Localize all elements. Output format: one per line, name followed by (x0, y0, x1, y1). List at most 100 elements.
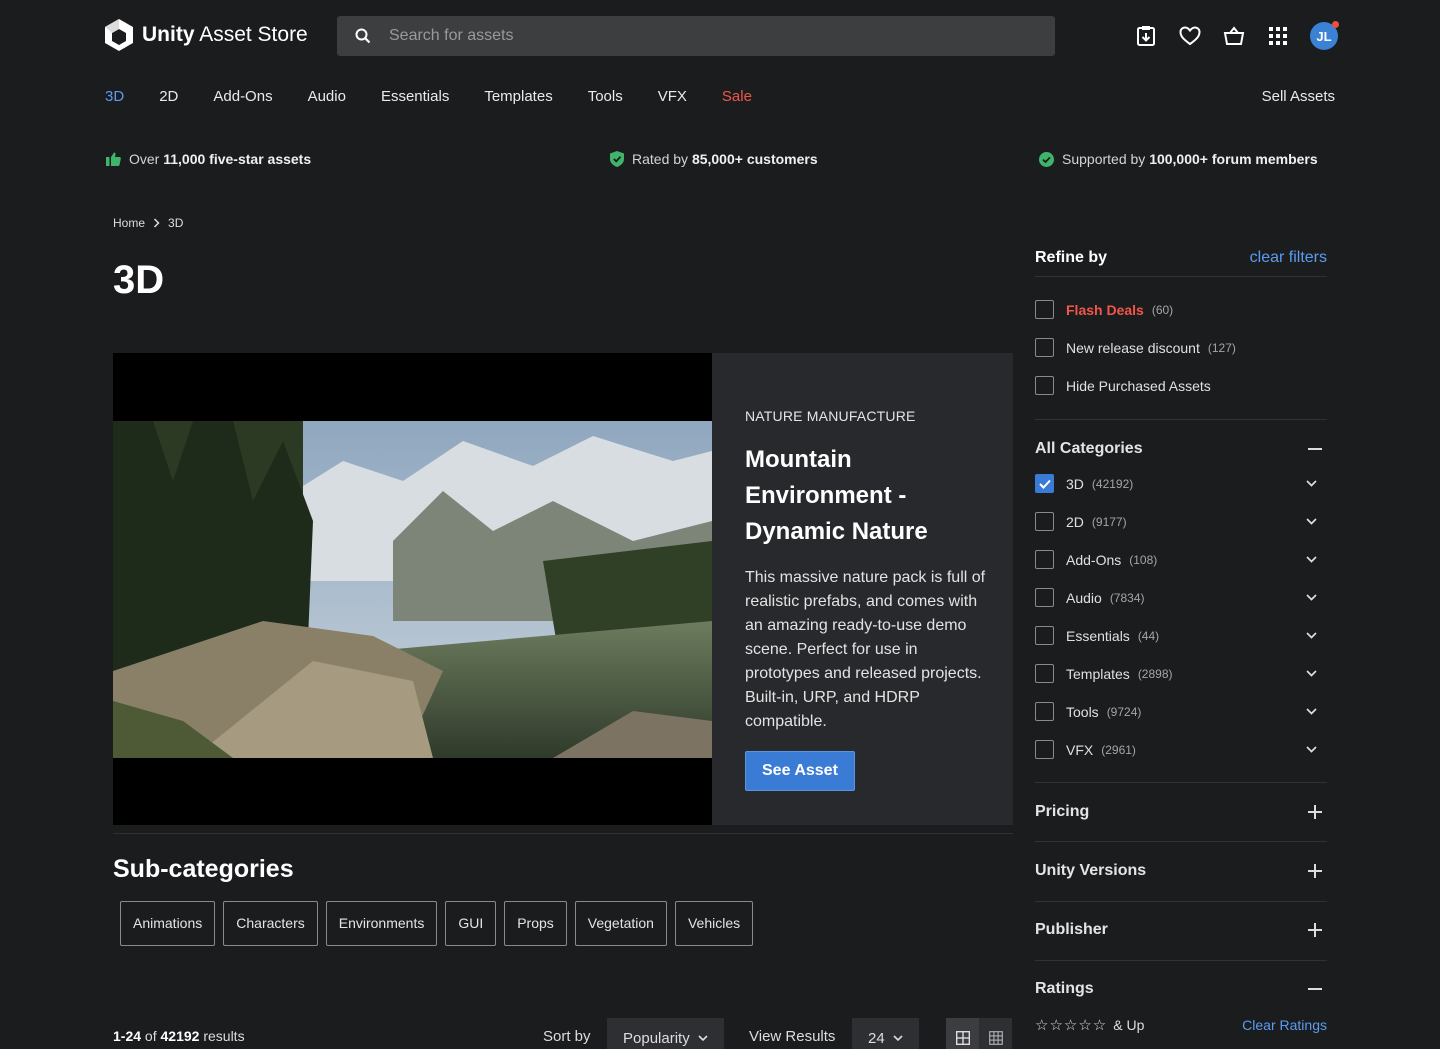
filter-flash-deals[interactable]: Flash Deals (60) (1035, 300, 1327, 319)
checkbox[interactable] (1035, 512, 1054, 531)
checkbox[interactable] (1035, 664, 1054, 683)
star-rating-icon[interactable]: ☆☆☆☆☆ (1035, 1016, 1107, 1034)
category-add-ons[interactable]: Add-Ons (108) (1035, 550, 1327, 569)
search-input[interactable] (389, 27, 1029, 45)
category-2d[interactable]: 2D (9177) (1035, 512, 1327, 531)
search-bar[interactable] (337, 16, 1055, 56)
clear-ratings-link[interactable]: Clear Ratings (1242, 1017, 1327, 1033)
category-label: Essentials (1066, 627, 1130, 644)
chip-animations[interactable]: Animations (120, 901, 216, 946)
chip-characters[interactable]: Characters (223, 901, 318, 946)
search-icon[interactable] (337, 28, 389, 44)
category-label: Add-Ons (1066, 551, 1122, 568)
rating-and-up: & Up (1113, 1017, 1145, 1033)
view-results-label: View Results (749, 1028, 836, 1045)
downloads-icon[interactable] (1134, 24, 1158, 48)
publisher-section-header[interactable]: Publisher (1035, 921, 1327, 939)
asset-title[interactable]: Mountain Environment - Dynamic Nature (745, 442, 990, 550)
nav-item-audio[interactable]: Audio (308, 88, 346, 105)
minus-icon[interactable] (1307, 981, 1323, 997)
chip-vehicles[interactable]: Vehicles (674, 901, 754, 946)
nav-item-vfx[interactable]: VFX (658, 88, 687, 105)
chevron-down-icon[interactable] (1306, 670, 1317, 677)
nav-item-3d[interactable]: 3D (105, 88, 124, 105)
category-vfx[interactable]: VFX (2961) (1035, 740, 1327, 759)
ratings-section-header[interactable]: Ratings (1035, 980, 1327, 998)
chip-environments[interactable]: Environments (325, 901, 438, 946)
chip-vegetation[interactable]: Vegetation (574, 901, 667, 946)
avatar[interactable]: JL (1310, 21, 1339, 50)
publisher-name[interactable]: NATURE MANUFACTURE (745, 408, 990, 424)
chevron-down-icon[interactable] (1306, 632, 1317, 639)
category-label: 3D (1066, 475, 1084, 492)
results-count: 1-24 of 42192 results (113, 1028, 245, 1044)
sell-assets-link[interactable]: Sell Assets (1262, 88, 1335, 105)
chevron-down-icon (698, 1034, 708, 1041)
sort-select[interactable]: Popularity (607, 1018, 724, 1049)
filter-hide-purchased[interactable]: Hide Purchased Assets (1035, 376, 1327, 395)
checkbox[interactable] (1035, 626, 1054, 645)
nav-item-templates[interactable]: Templates (484, 88, 552, 105)
checkbox[interactable] (1035, 300, 1054, 319)
large-grid-view-icon[interactable] (946, 1018, 979, 1049)
featured-asset-banner: NATURE MANUFACTURE Mountain Environment … (113, 353, 1013, 825)
see-asset-button[interactable]: See Asset (745, 751, 855, 791)
checkbox[interactable] (1035, 740, 1054, 759)
cart-basket-icon[interactable] (1222, 24, 1246, 48)
checkbox[interactable] (1035, 376, 1054, 395)
unity-versions-section-header[interactable]: Unity Versions (1035, 862, 1327, 880)
clear-filters-link[interactable]: clear filters (1250, 249, 1327, 267)
trust-bold-1: 11,000 five-star assets (163, 151, 312, 167)
category-audio[interactable]: Audio (7834) (1035, 588, 1327, 607)
minus-icon[interactable] (1307, 441, 1323, 457)
trust-text-2: Rated by (632, 151, 689, 167)
category-essentials[interactable]: Essentials (44) (1035, 626, 1327, 645)
category-label: VFX (1066, 741, 1094, 758)
nav-item-tools[interactable]: Tools (588, 88, 623, 105)
pricing-section-header[interactable]: Pricing (1035, 803, 1327, 821)
chevron-down-icon[interactable] (1306, 708, 1317, 715)
checkbox[interactable] (1035, 702, 1054, 721)
plus-icon[interactable] (1307, 922, 1323, 938)
featured-asset-image[interactable] (113, 353, 712, 825)
unity-logo[interactable]: Unity Asset Store (104, 18, 308, 52)
trust-text-1: Over (129, 151, 160, 167)
chevron-down-icon[interactable] (1306, 594, 1317, 601)
chevron-down-icon[interactable] (1306, 556, 1317, 563)
asset-description: This massive nature pack is full of real… (745, 569, 986, 730)
plus-icon[interactable] (1307, 863, 1323, 879)
small-grid-view-icon[interactable] (979, 1018, 1012, 1049)
results-range: 1-24 (113, 1028, 142, 1044)
shield-check-icon (610, 151, 624, 167)
category-templates[interactable]: Templates (2898) (1035, 664, 1327, 683)
nav-item-2d[interactable]: 2D (159, 88, 178, 105)
apps-grid-icon[interactable] (1266, 24, 1290, 48)
category-count: (108) (1129, 552, 1158, 567)
plus-icon[interactable] (1307, 804, 1323, 820)
trust-bold-3: 100,000+ forum members (1149, 151, 1318, 167)
category-3d[interactable]: 3D (42192) (1035, 474, 1327, 493)
wishlist-heart-icon[interactable] (1178, 24, 1202, 48)
chip-props[interactable]: Props (504, 901, 567, 946)
checkbox[interactable] (1035, 588, 1054, 607)
checkbox[interactable] (1035, 550, 1054, 569)
trust-five-star: Over 11,000 five-star assets (106, 151, 311, 167)
featured-asset-details: NATURE MANUFACTURE Mountain Environment … (745, 408, 990, 791)
view-count-select[interactable]: 24 (852, 1018, 919, 1049)
checkbox[interactable] (1035, 338, 1054, 357)
all-categories-section-header[interactable]: All Categories (1035, 440, 1327, 458)
checkbox-checked[interactable] (1035, 474, 1054, 493)
rating-filter-row[interactable]: ☆☆☆☆☆ & Up Clear Ratings (1035, 1016, 1327, 1034)
nav-item-essentials[interactable]: Essentials (381, 88, 449, 105)
nav-item-add-ons[interactable]: Add-Ons (213, 88, 272, 105)
filter-new-release-discount[interactable]: New release discount (127) (1035, 338, 1327, 357)
notification-dot (1332, 21, 1339, 28)
filter-label: Flash Deals (1066, 301, 1144, 318)
chevron-down-icon[interactable] (1306, 518, 1317, 525)
chip-gui[interactable]: GUI (445, 901, 497, 946)
chevron-down-icon[interactable] (1306, 480, 1317, 487)
category-tools[interactable]: Tools (9724) (1035, 702, 1327, 721)
nav-item-sale[interactable]: Sale (722, 88, 752, 105)
chevron-down-icon[interactable] (1306, 746, 1317, 753)
breadcrumb-home[interactable]: Home (113, 216, 145, 230)
